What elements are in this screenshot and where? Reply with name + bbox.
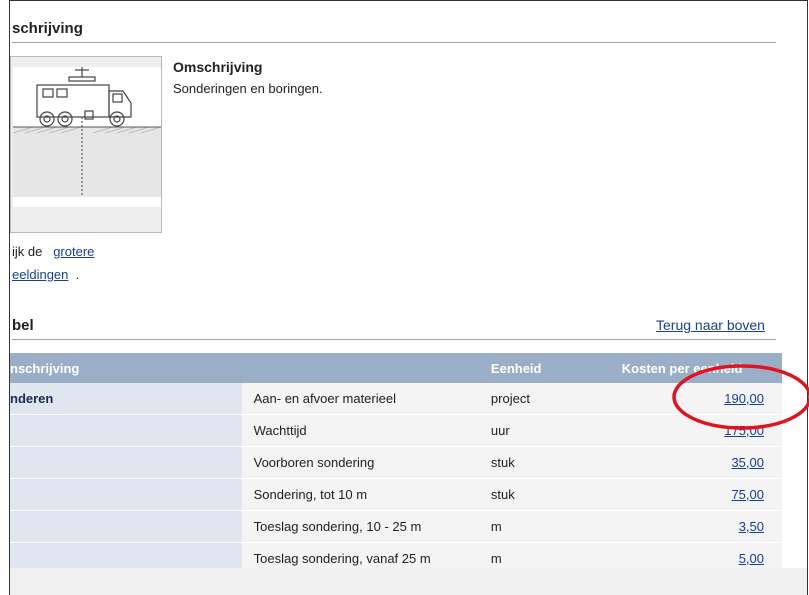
window-border-top bbox=[9, 0, 808, 1]
table-row: Wachttijd uur 175,00 bbox=[10, 414, 782, 447]
bottom-scroll-area bbox=[10, 568, 807, 595]
image-note-line1: ijk de grotere bbox=[12, 244, 94, 259]
section-divider-2 bbox=[12, 339, 776, 340]
image-note-text: ijk de bbox=[12, 244, 43, 259]
category-cell bbox=[10, 446, 242, 479]
larger-images-link[interactable]: grotere bbox=[53, 244, 94, 259]
back-to-top-link[interactable]: Terug naar boven bbox=[656, 317, 765, 333]
item-cell: Aan- en afvoer materieel bbox=[241, 383, 485, 415]
costs-table: nschrijving Eenheid Kosten per eenheid n… bbox=[10, 353, 782, 575]
description-text: Sonderingen en boringen. bbox=[173, 81, 323, 96]
description-heading: Omschrijving bbox=[173, 59, 263, 75]
category-cell: nderen bbox=[10, 383, 242, 415]
section-title-table: bel bbox=[12, 317, 34, 334]
unit-cell: project bbox=[484, 383, 622, 415]
cost-link[interactable]: 75,00 bbox=[731, 487, 764, 502]
column-header-item bbox=[241, 353, 485, 383]
cost-cell: 3,50 bbox=[621, 510, 782, 543]
unit-cell: uur bbox=[484, 414, 622, 447]
table-header-row: nschrijving Eenheid Kosten per eenheid bbox=[10, 353, 782, 383]
cost-link[interactable]: 5,00 bbox=[739, 551, 764, 566]
cost-link[interactable]: 3,50 bbox=[739, 519, 764, 534]
unit-cell: stuk bbox=[484, 446, 622, 479]
red-circle-annotation bbox=[672, 364, 809, 430]
category-cell bbox=[10, 414, 242, 447]
sounding-truck-icon bbox=[12, 67, 162, 197]
column-header-unit: Eenheid bbox=[484, 353, 622, 383]
images-link[interactable]: eeldingen bbox=[12, 267, 68, 282]
truck-illustration[interactable] bbox=[12, 67, 162, 207]
cost-link[interactable]: 35,00 bbox=[731, 455, 764, 470]
image-note-period: . bbox=[75, 267, 80, 282]
item-cell: Voorboren sondering bbox=[241, 446, 485, 479]
item-cell: Sondering, tot 10 m bbox=[241, 478, 485, 511]
cost-cell: 75,00 bbox=[621, 478, 782, 511]
table-row: nderen Aan- en afvoer materieel project … bbox=[10, 383, 782, 415]
cost-cell: 35,00 bbox=[621, 446, 782, 479]
category-cell bbox=[10, 478, 242, 511]
image-note-line2: eeldingen . bbox=[12, 267, 79, 282]
table-row: Voorboren sondering stuk 35,00 bbox=[10, 446, 782, 479]
unit-cell: stuk bbox=[484, 478, 622, 511]
section-title-description: schrijving bbox=[12, 20, 83, 37]
column-header-description: nschrijving bbox=[10, 353, 242, 383]
section-divider bbox=[12, 42, 776, 43]
item-cell: Toeslag sondering, 10 - 25 m bbox=[241, 510, 485, 543]
table-row: Sondering, tot 10 m stuk 75,00 bbox=[10, 478, 782, 511]
table-row: Toeslag sondering, 10 - 25 m m 3,50 bbox=[10, 510, 782, 543]
category-cell bbox=[10, 510, 242, 543]
truck-image-frame[interactable] bbox=[10, 56, 162, 233]
item-cell: Wachttijd bbox=[241, 414, 485, 447]
unit-cell: m bbox=[484, 510, 622, 543]
window-border-right bbox=[807, 0, 808, 595]
